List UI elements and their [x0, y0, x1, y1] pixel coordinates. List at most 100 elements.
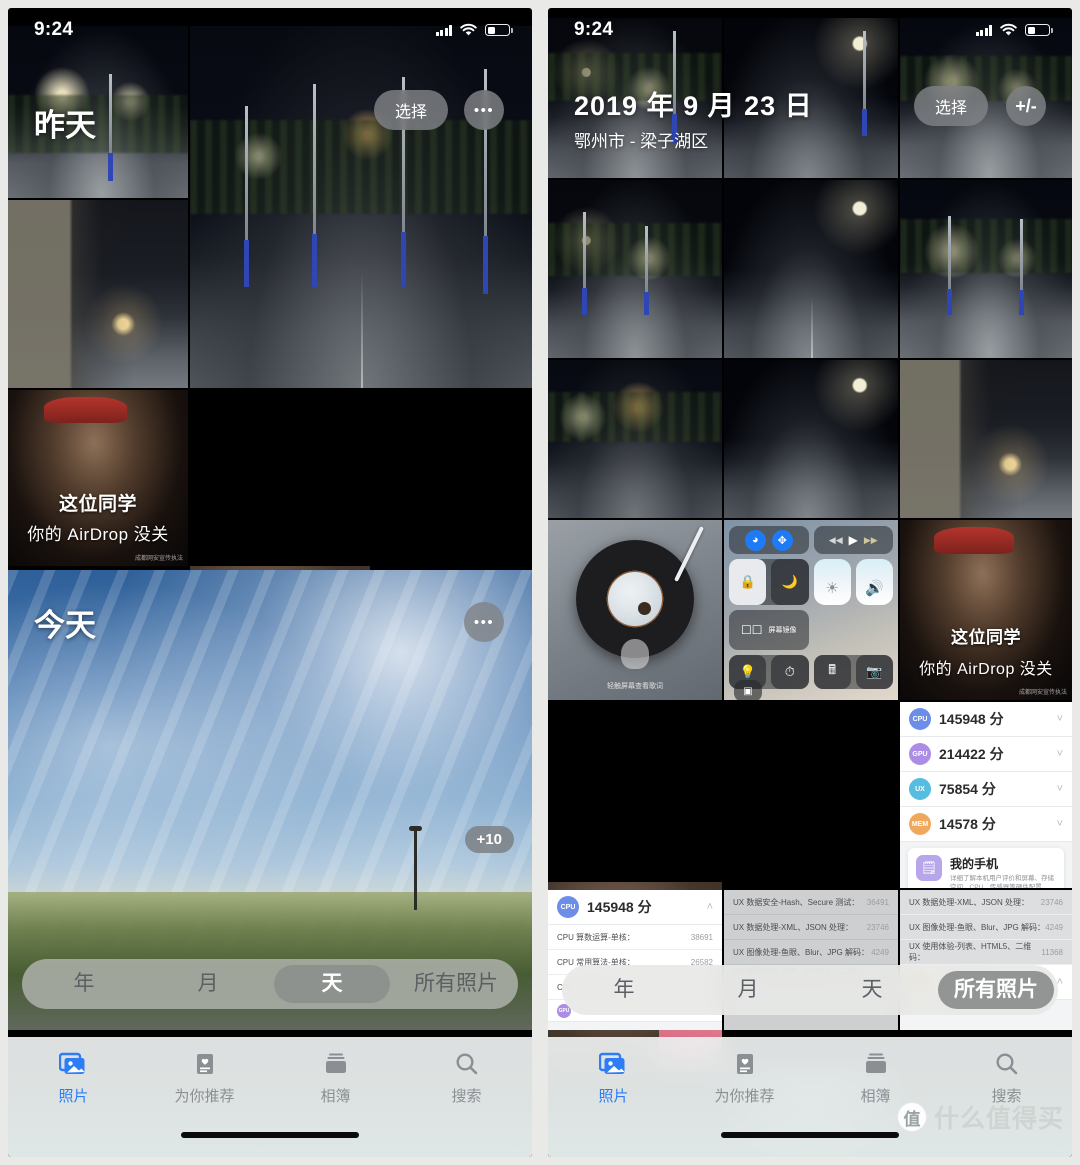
rewind-icon[interactable]: ◀◀: [829, 535, 843, 546]
photo-tile[interactable]: [548, 360, 722, 518]
photo-tile-meme[interactable]: 这位同学 你的 AirDrop 没关 成都网安宣传执法: [900, 520, 1072, 700]
photo-tile[interactable]: [900, 180, 1072, 358]
benchmark-row[interactable]: CPU 145948 分 ˅: [900, 702, 1072, 737]
photo-tile[interactable]: [900, 360, 1072, 518]
chevron-up-icon[interactable]: ˄: [707, 901, 713, 913]
segment-month[interactable]: 月: [690, 971, 806, 1009]
detail-label: UX 数据安全-Hash、Secure 测试：: [733, 897, 860, 907]
timer-icon[interactable]: ⏱: [771, 655, 809, 689]
smzdm-logo-icon: 值: [896, 1102, 927, 1132]
segment-year[interactable]: 年: [26, 965, 142, 1003]
qr-scan-icon[interactable]: ▣: [734, 680, 762, 700]
photo-tile-music-player[interactable]: 轻触屏幕查看歌词: [548, 520, 722, 700]
benchmark-row[interactable]: MEM 14578 分 ˅: [900, 807, 1072, 842]
cpu-badge-icon: CPU: [909, 708, 931, 730]
tab-label: 搜索: [451, 1088, 482, 1105]
select-button[interactable]: 选择: [914, 86, 988, 126]
photo-tile[interactable]: [8, 26, 188, 198]
more-dots-icon: •••: [473, 613, 495, 631]
segment-month[interactable]: 月: [150, 965, 266, 1003]
smzdm-watermark-text: 什么值得买: [933, 1105, 1064, 1133]
segment-all-photos[interactable]: 所有照片: [398, 965, 514, 1003]
play-icon[interactable]: ▶: [849, 533, 858, 547]
home-indicator[interactable]: [181, 1132, 359, 1138]
tab-label: 照片: [58, 1088, 89, 1105]
photo-tile[interactable]: [548, 18, 722, 178]
photo-tile-meme[interactable]: 这位同学 你的 AirDrop 没关 成都网安宣传执法: [8, 390, 188, 566]
search-icon: [992, 1051, 1022, 1079]
detail-label: CPU 算数运算-单核：: [557, 932, 635, 942]
albums-icon: [321, 1051, 351, 1079]
photos-icon: [58, 1051, 89, 1079]
chevron-down-icon[interactable]: ˅: [1057, 818, 1063, 830]
tab-albums[interactable]: 相簿: [810, 1051, 941, 1106]
photo-tile[interactable]: [724, 18, 898, 178]
left-phone-screenshot: 这位同学 你的 AirDrop 没关 成都网安宣传执法 AirDrop 未关警告…: [0, 0, 540, 1165]
tab-label: 为你推荐: [174, 1088, 235, 1105]
benchmark-row[interactable]: GPU 214422 分 ˅: [900, 737, 1072, 772]
bluetooth-icon[interactable]: ✥: [771, 529, 793, 551]
meme-watermark: 成都网安宣传执法: [1018, 690, 1067, 696]
benchmark-detail-row: UX 数据安全-Hash、Secure 测试： 36491: [724, 890, 898, 915]
benchmark-score: 145948 分: [587, 899, 652, 915]
plus-minus-icon: +/-: [1015, 95, 1037, 116]
calculator-icon[interactable]: 🖩: [813, 655, 851, 689]
albums-icon: [861, 1051, 891, 1079]
benchmark-row[interactable]: UX 75854 分 ˅: [900, 772, 1072, 807]
screen-mirroring-icon: ☐☐: [740, 623, 763, 637]
tab-label: 为你推荐: [714, 1088, 775, 1105]
photo-tile-control-center[interactable]: ◕ ✥ ◀◀ ▶ ▶▶ 🔒 🌙 ☀ 🔊 ☐☐ 屏幕镜像 💡 ⏱ 🖩 📷 ▣: [724, 520, 898, 700]
media-controls[interactable]: ◀◀ ▶ ▶▶: [813, 526, 893, 554]
more-options-button[interactable]: •••: [464, 602, 504, 642]
photo-tile[interactable]: [724, 180, 898, 358]
rotation-lock-icon[interactable]: 🔒: [729, 559, 767, 605]
select-button[interactable]: 选择: [374, 90, 448, 130]
chevron-down-icon[interactable]: ˅: [1057, 713, 1063, 725]
detail-value: 36491: [866, 897, 889, 907]
detail-label: UX 使用体验-列表、HTML5、二维码：: [909, 942, 1032, 962]
cpu-badge-icon: CPU: [557, 896, 579, 918]
mem-badge-icon: MEM: [909, 813, 931, 835]
device-info-icon: 🗒: [916, 855, 942, 881]
left-phone-screen: 这位同学 你的 AirDrop 没关 成都网安宣传执法 AirDrop 未关警告…: [8, 8, 532, 1157]
wifi-icon[interactable]: ◕: [744, 529, 766, 551]
chevron-down-icon[interactable]: ˅: [1057, 783, 1063, 795]
segment-day[interactable]: 天: [274, 965, 390, 1003]
segment-all-photos[interactable]: 所有照片: [938, 971, 1054, 1009]
photo-tile-hero[interactable]: [190, 26, 532, 388]
connectivity-group[interactable]: ◕ ✥: [729, 526, 809, 554]
brightness-slider[interactable]: ☀: [813, 559, 851, 605]
moon-icon[interactable]: 🌙: [771, 559, 809, 605]
tab-albums[interactable]: 相簿: [270, 1051, 401, 1106]
segment-year[interactable]: 年: [566, 971, 682, 1009]
benchmark-score: 214422 分: [939, 746, 1004, 762]
tab-search[interactable]: 搜索: [401, 1051, 532, 1106]
forward-icon[interactable]: ▶▶: [864, 535, 878, 546]
volume-slider[interactable]: 🔊: [855, 559, 893, 605]
my-phone-card[interactable]: 🗒 我的手机 详细了解本机用户评价和屏幕、存储空间、CPU、传感器等硬件配置: [908, 848, 1064, 888]
more-options-button[interactable]: •••: [464, 90, 504, 130]
tab-for-you[interactable]: 为你推荐: [139, 1051, 270, 1106]
smzdm-watermark: 值 什么值得买: [896, 1099, 1064, 1135]
photos-icon: [598, 1051, 629, 1079]
photo-tile[interactable]: [8, 200, 188, 388]
segment-day[interactable]: 天: [814, 971, 930, 1009]
camera-icon[interactable]: 📷: [855, 655, 893, 689]
tonearm-icon: [673, 525, 704, 582]
photos-timeframe-segmented-control[interactable]: 年 月 天 所有照片: [562, 965, 1058, 1015]
chevron-down-icon[interactable]: ˅: [1057, 748, 1063, 760]
zoom-toggle-button[interactable]: +/-: [1006, 86, 1046, 126]
screen-mirroring-button[interactable]: ☐☐ 屏幕镜像: [729, 610, 809, 650]
home-indicator[interactable]: [721, 1132, 899, 1138]
photo-tile[interactable]: [724, 360, 898, 518]
tab-photos[interactable]: 照片: [8, 1051, 139, 1106]
benchmark-row-expanded[interactable]: CPU 145948 分 ˄: [548, 890, 722, 925]
photo-tile[interactable]: [548, 180, 722, 358]
photos-timeframe-segmented-control[interactable]: 年 月 天 所有照片: [22, 959, 518, 1009]
tab-for-you[interactable]: 为你推荐: [679, 1051, 810, 1106]
photo-tile-benchmark-summary[interactable]: CPU 145948 分 ˅ GPU 214422 分 ˅ UX 75854 分…: [900, 702, 1072, 888]
meme-watermark: 成都网安宣传执法: [134, 556, 183, 562]
detail-label: UX 图像处理-鱼眼、Blur、JPG 解码：: [733, 947, 870, 957]
tab-photos[interactable]: 照片: [548, 1051, 679, 1106]
tab-search[interactable]: 搜索: [941, 1051, 1072, 1106]
